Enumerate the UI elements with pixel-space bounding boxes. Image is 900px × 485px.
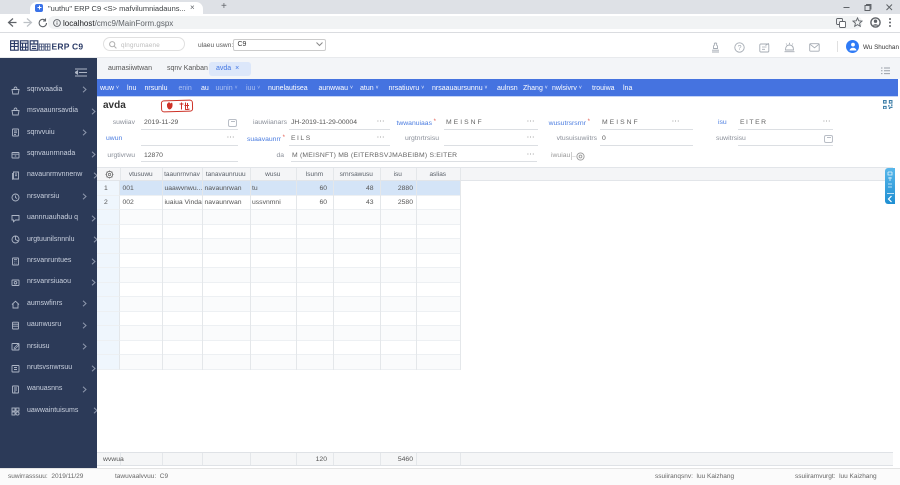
svg-text:ERP C9: ERP C9 bbox=[52, 42, 84, 52]
svg-text:?: ? bbox=[738, 45, 742, 52]
